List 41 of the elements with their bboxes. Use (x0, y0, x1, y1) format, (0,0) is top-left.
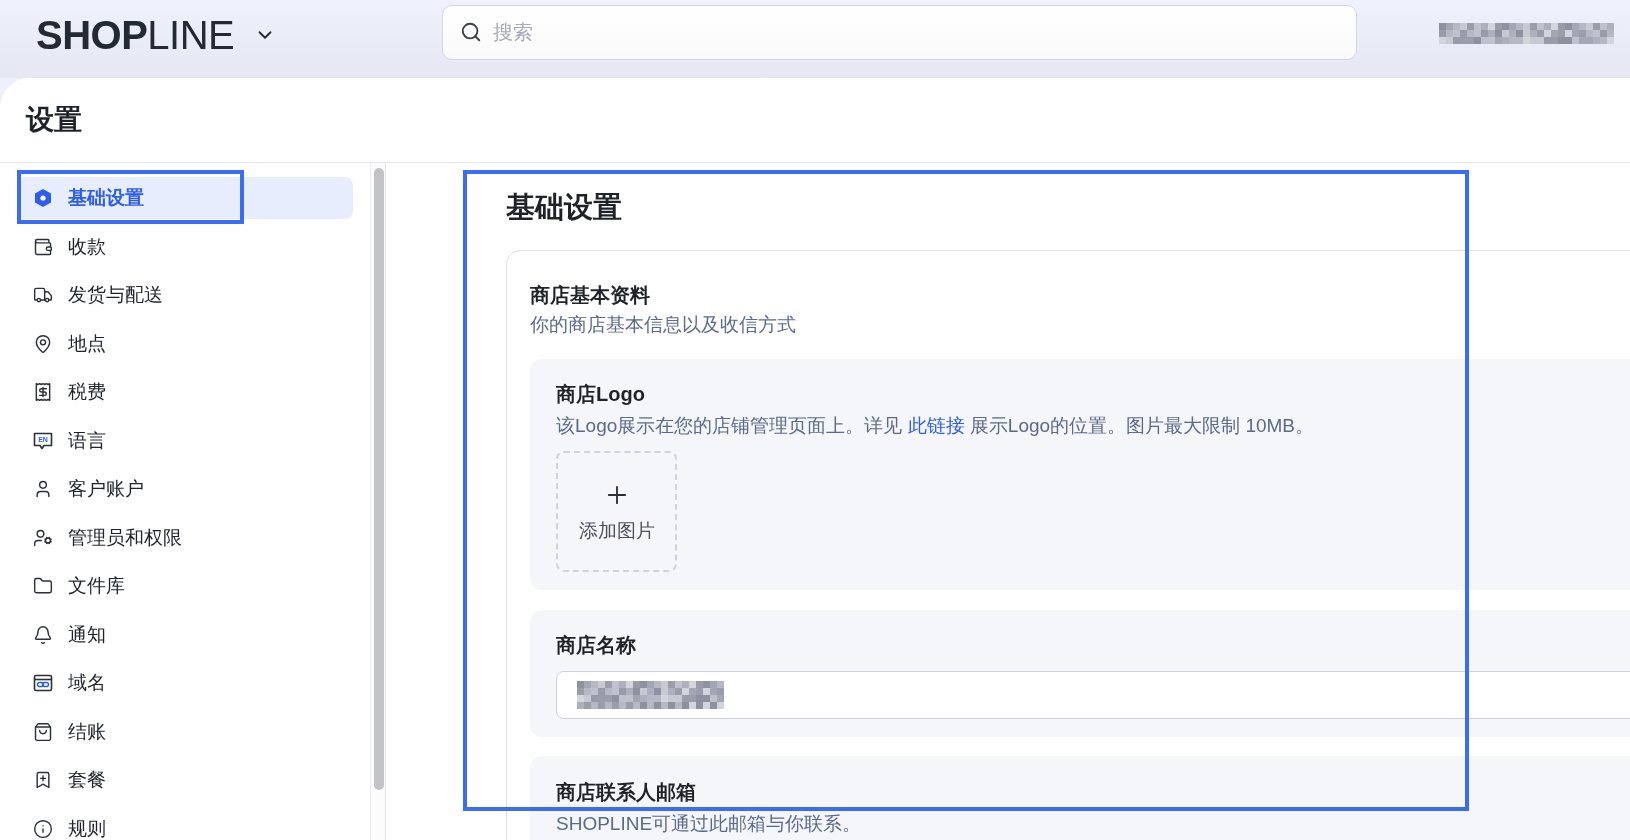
section-title: 商店名称 (556, 633, 637, 658)
page-title: 设置 (26, 103, 82, 137)
search-field[interactable]: 搜索 (442, 5, 1357, 60)
card-title: 商店基本资料 (530, 283, 651, 308)
bookmark-plus-icon (33, 770, 53, 790)
folder-icon (33, 576, 53, 596)
section-title: 商店联系人邮箱 (556, 780, 697, 805)
bell-icon (33, 624, 53, 645)
user-gear-icon (33, 527, 53, 548)
browser-link-icon (33, 673, 53, 693)
section-heading: 基础设置 (506, 190, 623, 225)
sidebar-item[interactable]: 客户账户 (17, 468, 353, 510)
add-image-button[interactable]: 添加图片 (556, 451, 677, 572)
sidebar-item[interactable]: 收款 (17, 225, 353, 268)
description-text: SHOPLINE可通过此邮箱与你联系。 (556, 812, 863, 836)
map-pin-icon (33, 333, 53, 354)
wallet-icon (33, 236, 53, 257)
scrollbar-thumb[interactable] (374, 168, 384, 790)
brand-logo: SHOPLINE (36, 15, 235, 55)
hexagon-icon (33, 188, 53, 208)
truck-icon (33, 285, 53, 305)
sidebar-item[interactable]: 税费 (17, 371, 353, 413)
sidebar-item[interactable]: 套餐 (17, 759, 353, 801)
sidebar-item[interactable]: 地点 (17, 322, 353, 365)
receipt-icon (33, 382, 53, 402)
user-icon (33, 479, 53, 499)
sidebar-item[interactable]: 规则 (17, 807, 353, 840)
help-link[interactable]: 此链接 (907, 415, 965, 436)
text-field[interactable] (556, 671, 1630, 719)
sidebar-item[interactable]: 域名 (17, 662, 353, 704)
sidebar-item[interactable]: 通知 (17, 613, 353, 656)
sidebar-item[interactable]: 管理员和权限 (17, 516, 353, 559)
sidebar-item[interactable]: 发货与配送 (17, 274, 353, 316)
sidebar-item[interactable]: 文件库 (17, 565, 353, 607)
section-title: 商店Logo (556, 382, 646, 407)
search-icon (460, 21, 482, 43)
sidebar-item[interactable]: 结账 (17, 710, 353, 753)
shopping-bag-icon (33, 721, 53, 742)
info-icon (33, 818, 53, 839)
description-text: 该Logo展示在您的店铺管理页面上。详见 此链接 展示Logo的位置。图片最大限制 10MB。 (556, 414, 1316, 438)
card-subtitle: 你的商店基本信息以及收信方式 (530, 313, 797, 337)
